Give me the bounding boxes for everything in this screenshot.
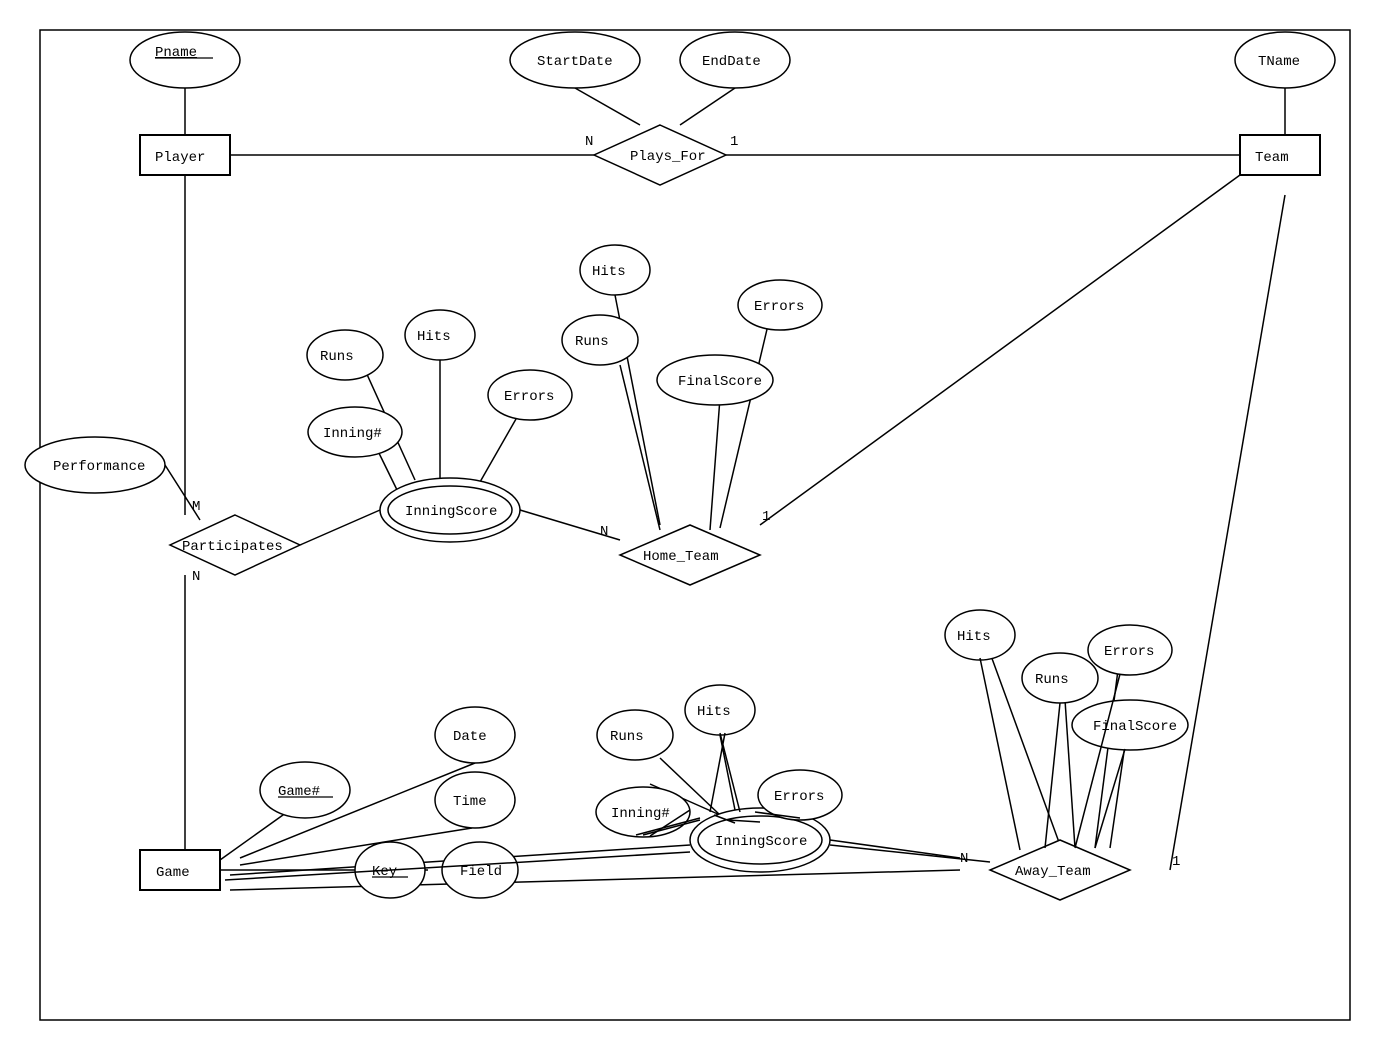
runs-topcenter-label: Runs bbox=[575, 334, 609, 350]
inningscore-bot-label: InningScore bbox=[715, 834, 807, 850]
n-label-plays-for: N bbox=[585, 134, 593, 150]
errors-topleft-line bbox=[480, 412, 520, 482]
er-diagram: N 1 M N N 1 bbox=[0, 0, 1384, 1050]
m-label: M bbox=[192, 499, 200, 515]
runs-botright-label: Runs bbox=[1035, 672, 1069, 688]
field-label: Field bbox=[460, 864, 502, 880]
home-team-label: Home_Team bbox=[643, 549, 719, 565]
performance-label: Performance bbox=[53, 459, 145, 475]
errors-topcenter-label: Errors bbox=[754, 299, 804, 315]
errors-botright-label: Errors bbox=[1104, 644, 1154, 660]
one-label-away: 1 bbox=[1172, 854, 1180, 870]
hits-botleft-label: Hits bbox=[697, 704, 731, 720]
participates-innings-line bbox=[300, 510, 380, 545]
team-label: Team bbox=[1255, 150, 1289, 166]
enddate-label: EndDate bbox=[702, 54, 761, 70]
inningbot-away-line bbox=[830, 840, 960, 858]
inning-top-label: Inning# bbox=[323, 426, 382, 442]
errors-botleft-label: Errors bbox=[774, 789, 824, 805]
hits-botright-label: Hits bbox=[957, 629, 991, 645]
inningscore-top-label: InningScore bbox=[405, 504, 497, 520]
runs-topleft-label: Runs bbox=[320, 349, 354, 365]
runs-topcenter-line bbox=[620, 365, 660, 530]
startdate-label: StartDate bbox=[537, 54, 613, 70]
participates-label: Participates bbox=[182, 539, 283, 555]
performance-participates-line bbox=[165, 465, 200, 520]
startdate-playsfor-line bbox=[575, 88, 640, 125]
n-label-participates: N bbox=[192, 569, 200, 585]
hits-topleft-label: Hits bbox=[417, 329, 451, 345]
tname-label: TName bbox=[1258, 54, 1300, 70]
time-game-line bbox=[240, 828, 472, 865]
finalscore-bot-line bbox=[1110, 745, 1125, 848]
date-label: Date bbox=[453, 729, 487, 745]
finalscore-top-line bbox=[710, 398, 720, 530]
hits-topcenter-label: Hits bbox=[592, 264, 626, 280]
game-label: Game bbox=[156, 865, 190, 881]
enddate-playsfor-line bbox=[680, 88, 735, 125]
plays-for-label: Plays_For bbox=[630, 149, 706, 165]
time-label: Time bbox=[453, 794, 487, 810]
finalscore-top-label: FinalScore bbox=[678, 374, 762, 390]
errors-topleft-label: Errors bbox=[504, 389, 554, 405]
one-label-home: 1 bbox=[762, 509, 770, 525]
one-label-plays-for: 1 bbox=[730, 134, 738, 150]
n-label-home: N bbox=[600, 524, 608, 540]
away-team-label: Away_Team bbox=[1015, 864, 1091, 880]
awayteam-team-line bbox=[1170, 195, 1285, 870]
runs-botleft-label: Runs bbox=[610, 729, 644, 745]
inning-bot-label: Inning# bbox=[611, 806, 670, 822]
player-label: Player bbox=[155, 150, 205, 166]
hometeam-team-line bbox=[760, 175, 1240, 525]
